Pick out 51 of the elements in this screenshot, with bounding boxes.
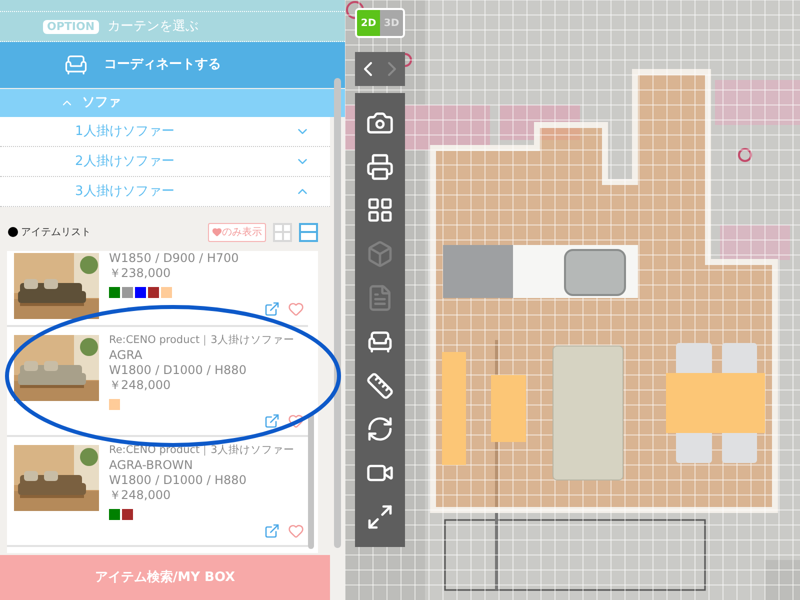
item-card[interactable]: Re:CENO product｜3人掛けソファー AGRA-BROWN W1800 / D1000 / H880 ￥248,000 xyxy=(7,437,308,547)
ruler-icon[interactable] xyxy=(366,372,394,400)
external-link-icon[interactable] xyxy=(264,413,280,429)
color-swatch[interactable] xyxy=(148,287,159,298)
menu-option[interactable]: OPTION カーテンを選ぶ xyxy=(0,12,345,42)
item-list-title: アイテムリスト xyxy=(21,226,91,240)
color-swatch[interactable] xyxy=(122,509,133,520)
item-brand: Re:CENO product｜3人掛けソファー xyxy=(109,443,294,458)
item-name: AGRA-BROWN xyxy=(109,458,194,473)
washroom-area xyxy=(720,225,790,260)
grid-icon[interactable] xyxy=(366,196,394,224)
item-brand: Re:CENO product｜3人掛けソファー xyxy=(109,333,294,348)
item-price: ￥238,000 xyxy=(109,266,172,281)
wall-strip xyxy=(765,560,800,600)
subcategory-item[interactable]: 2人掛けソファー xyxy=(0,147,330,177)
item-card[interactable]: W1850 / D900 / H700 ￥238,000 xyxy=(7,251,308,327)
color-swatch[interactable] xyxy=(122,287,133,298)
coordinate-button[interactable]: コーディネートする xyxy=(0,42,345,88)
subcategory-item[interactable]: 1人掛けソファー xyxy=(0,117,330,147)
item-name: AGRA xyxy=(109,348,144,363)
heart-icon[interactable] xyxy=(288,413,304,429)
sink xyxy=(564,249,626,296)
printer-icon[interactable] xyxy=(366,152,394,181)
bullet-icon xyxy=(8,227,18,237)
coffee-table xyxy=(491,375,526,442)
external-link-icon[interactable] xyxy=(264,523,280,539)
color-swatch[interactable] xyxy=(109,399,120,410)
color-swatch[interactable] xyxy=(161,287,172,298)
item-price: ￥248,000 xyxy=(109,488,172,503)
external-link-icon[interactable] xyxy=(264,301,280,317)
category-header[interactable]: ソファ xyxy=(0,89,345,117)
color-swatch[interactable] xyxy=(109,509,120,520)
fixture-symbol xyxy=(738,148,752,162)
option-badge: OPTION xyxy=(43,20,99,34)
item-dimensions: W1800 / D1000 / H880 xyxy=(109,363,248,378)
menu-label: カーテンを選ぶ xyxy=(108,18,199,36)
search-button[interactable]: アイテム検索/MY BOX xyxy=(0,555,330,600)
view-mode-tab[interactable]: 3D xyxy=(380,10,403,36)
view-mode-tab[interactable]: 2D xyxy=(357,10,380,36)
item-price: ￥248,000 xyxy=(109,378,172,393)
color-swatch[interactable] xyxy=(109,287,120,298)
favorites-filter-button[interactable]: のみ表示 xyxy=(208,222,266,242)
color-swatch[interactable] xyxy=(135,287,146,298)
refresh-icon[interactable] xyxy=(366,415,394,444)
subcategory-item[interactable]: 3人掛けソファー xyxy=(0,177,330,207)
list-view-button[interactable] xyxy=(299,222,318,242)
expand-icon[interactable] xyxy=(366,503,394,532)
item-dimensions: W1850 / D900 / H700 xyxy=(109,251,240,266)
heart-icon xyxy=(212,227,222,237)
item-dimensions: W1800 / D1000 / H880 xyxy=(109,473,248,488)
grid-view-button[interactable] xyxy=(273,222,292,242)
